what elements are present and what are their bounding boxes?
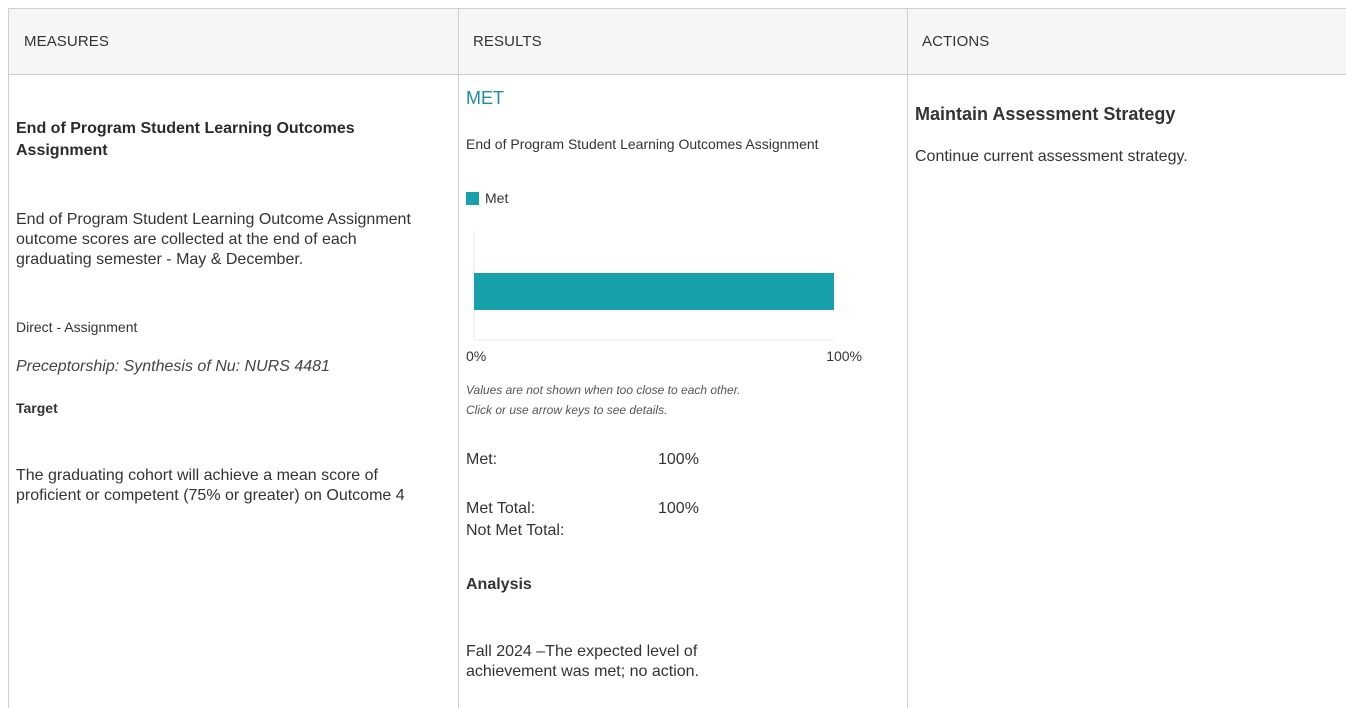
column-divider	[907, 9, 908, 708]
measure-course: Preceptorship: Synthesis of Nu: NURS 448…	[16, 358, 330, 375]
header-actions: ACTIONS	[922, 33, 990, 50]
header-results: RESULTS	[473, 33, 542, 50]
chart-note-line-2: Click or use arrow keys to see details.	[466, 403, 668, 417]
target-label: Target	[16, 400, 58, 416]
bar-chart[interactable]: 0% 100%	[466, 231, 886, 371]
column-divider	[458, 9, 459, 708]
action-text: Continue current assessment strategy.	[915, 148, 1188, 165]
met-total-label: Met Total:	[466, 500, 536, 517]
met-value: 100%	[658, 451, 699, 468]
header-measures: MEASURES	[24, 33, 109, 50]
action-title: Maintain Assessment Strategy	[915, 104, 1176, 124]
chart-x-tick-label: 100%	[826, 348, 862, 364]
analysis-text: Fall 2024 –The expected level of achieve…	[466, 643, 700, 680]
chart-note-line-1: Values are not shown when too close to e…	[466, 383, 741, 397]
measure-method: Direct - Assignment	[16, 319, 138, 335]
table-header-row: MEASURES RESULTS ACTIONS	[9, 9, 1346, 75]
chart-legend: Met	[466, 190, 508, 206]
legend-swatch	[466, 191, 479, 205]
chart-note: Values are not shown when too close to e…	[466, 380, 886, 420]
chart-svg[interactable]: 0% 100%	[466, 231, 886, 371]
chart-x-tick-label: 0%	[466, 348, 486, 364]
target-text: The graduating cohort will achieve a mea…	[16, 467, 405, 504]
analysis-label: Analysis	[466, 576, 532, 593]
status-badge: MET	[466, 88, 504, 108]
legend-label: Met	[485, 190, 509, 206]
chart-bar-met[interactable]	[474, 273, 834, 310]
measure-title: End of Program Student Learning Outcomes…	[16, 120, 355, 159]
met-label: Met:	[466, 451, 498, 468]
met-total-value: 100%	[658, 500, 699, 517]
chart-title: End of Program Student Learning Outcomes…	[466, 136, 819, 152]
not-met-total-label: Not Met Total:	[466, 522, 565, 539]
measure-description: End of Program Student Learning Outcome …	[16, 211, 411, 268]
